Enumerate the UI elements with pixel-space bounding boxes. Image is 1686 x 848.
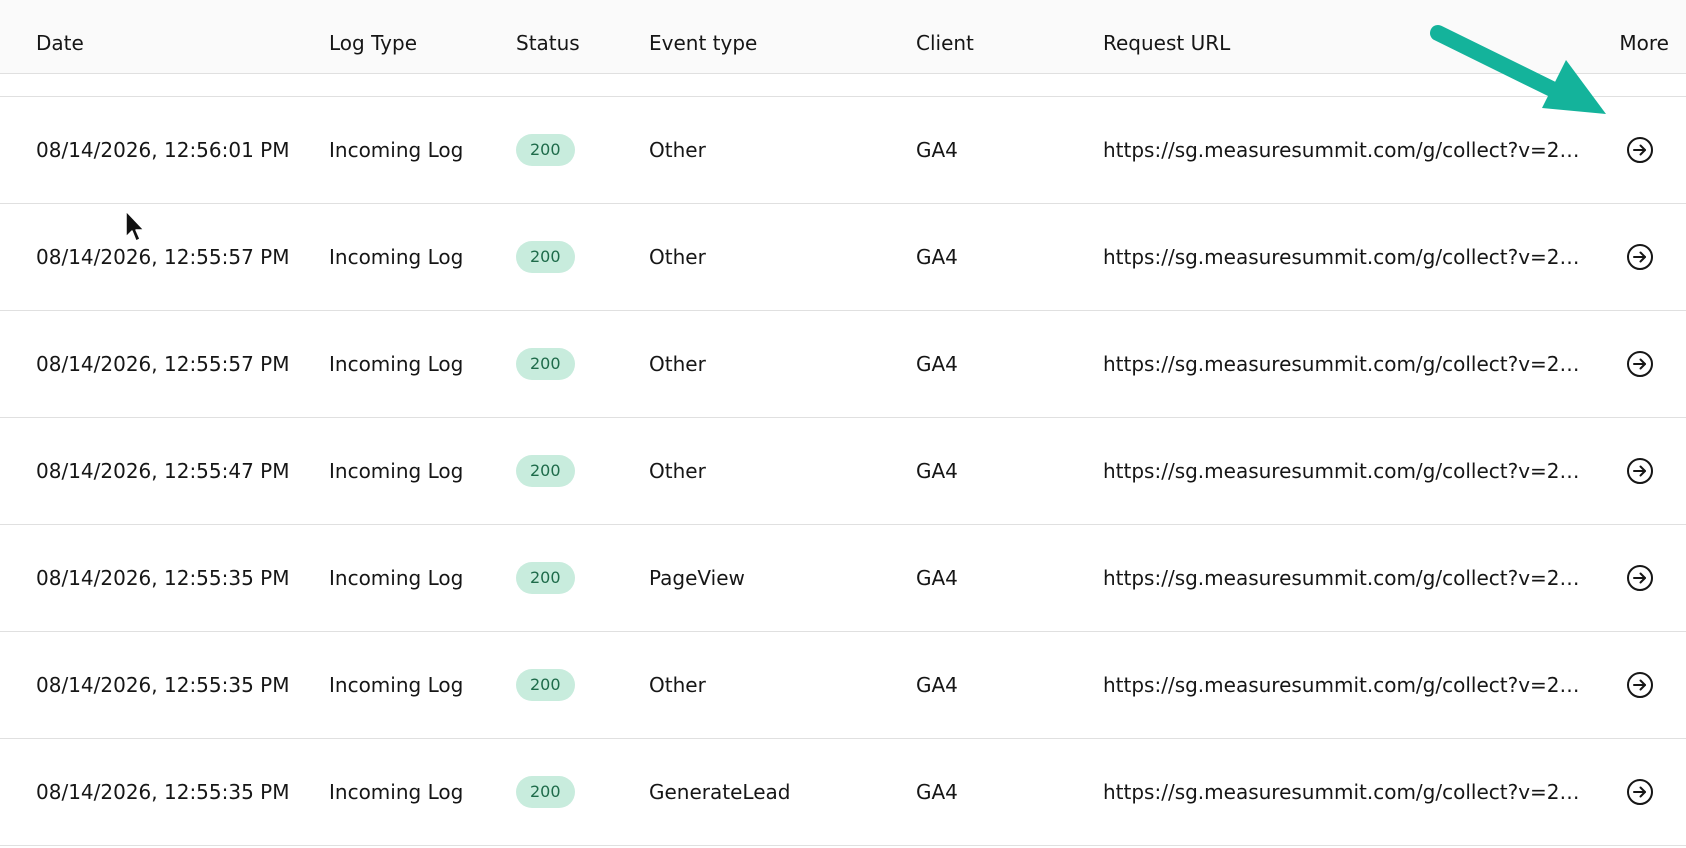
column-header-client[interactable]: Client [916,0,974,73]
cell-date: 08/14/2026, 12:55:35 PM [36,780,290,804]
cell-request-url: https://sg.measuresummit.com/g/collect?v… [1103,138,1585,162]
cell-status: 200 [516,204,636,310]
arrow-right-circle-icon[interactable] [1626,671,1654,699]
status-badge: 200 [516,347,575,380]
cell-log-type: Incoming Log [329,459,464,483]
arrow-right-circle-icon[interactable] [1626,564,1654,592]
arrow-right-circle-icon-graphic [1627,351,1653,377]
table-row[interactable]: 08/14/2026, 12:55:47 PM Incoming Log 200… [0,418,1686,525]
cell-request-url: https://sg.measuresummit.com/g/collect?v… [1103,245,1585,269]
status-badge: 200 [516,240,575,273]
column-header-request-url[interactable]: Request URL [1103,0,1230,73]
arrow-right-circle-icon[interactable] [1626,136,1654,164]
cell-request-url: https://sg.measuresummit.com/g/collect?v… [1103,780,1585,804]
cell-request-url: https://sg.measuresummit.com/g/collect?v… [1103,673,1585,697]
cell-request-url: https://sg.measuresummit.com/g/collect?v… [1103,352,1585,376]
cell-event-type: Other [649,459,706,483]
cell-date: 08/14/2026, 12:55:57 PM [36,245,290,269]
cell-date: 08/14/2026, 12:56:01 PM [36,138,290,162]
cell-date: 08/14/2026, 12:55:35 PM [36,673,290,697]
cell-client: GA4 [916,138,958,162]
table-row[interactable]: 08/14/2026, 12:55:57 PM Incoming Log 200… [0,204,1686,311]
arrow-right-circle-icon-graphic [1627,565,1653,591]
arrow-right-circle-icon-graphic [1627,672,1653,698]
status-badge: 200 [516,133,575,166]
arrow-right-circle-icon[interactable] [1626,350,1654,378]
status-badge: 200 [516,668,575,701]
column-header-log-type[interactable]: Log Type [329,0,417,73]
table-header: Date Log Type Status Event type Client R… [0,0,1686,74]
cell-date: 08/14/2026, 12:55:47 PM [36,459,290,483]
column-header-date[interactable]: Date [36,0,84,73]
cell-client: GA4 [916,566,958,590]
cell-client: GA4 [916,459,958,483]
column-header-more: More [1619,31,1669,55]
table-row[interactable]: 08/14/2026, 12:56:01 PM Incoming Log 200… [0,97,1686,204]
cell-status: 200 [516,525,636,631]
cell-event-type: PageView [649,566,745,590]
cell-log-type: Incoming Log [329,352,464,376]
cell-request-url: https://sg.measuresummit.com/g/collect?v… [1103,459,1585,483]
arrow-right-circle-icon-graphic [1627,779,1653,805]
cell-event-type: Other [649,138,706,162]
arrow-right-circle-icon[interactable] [1626,243,1654,271]
arrow-right-circle-icon-graphic [1627,244,1653,270]
cell-event-type: Other [649,352,706,376]
cell-log-type: Incoming Log [329,673,464,697]
cell-event-type: GenerateLead [649,780,791,804]
cell-date: 08/14/2026, 12:55:35 PM [36,566,290,590]
column-header-status[interactable]: Status [516,0,580,73]
cell-log-type: Incoming Log [329,245,464,269]
cell-status: 200 [516,739,636,845]
cell-event-type: Other [649,673,706,697]
status-badge: 200 [516,561,575,594]
cell-client: GA4 [916,673,958,697]
status-badge: 200 [516,775,575,808]
arrow-right-circle-icon-graphic [1627,458,1653,484]
cell-status: 200 [516,97,636,203]
arrow-right-circle-icon-graphic [1627,137,1653,163]
table-row[interactable]: 08/14/2026, 12:55:35 PM Incoming Log 200… [0,632,1686,739]
table-row[interactable]: 08/14/2026, 12:55:57 PM Incoming Log 200… [0,311,1686,418]
table-row[interactable]: 08/14/2026, 12:55:35 PM Incoming Log 200… [0,739,1686,846]
cell-event-type: Other [649,245,706,269]
cell-client: GA4 [916,780,958,804]
cell-status: 200 [516,311,636,417]
cell-client: GA4 [916,352,958,376]
cell-log-type: Incoming Log [329,566,464,590]
cell-date: 08/14/2026, 12:55:57 PM [36,352,290,376]
cell-status: 200 [516,418,636,524]
table-row[interactable]: 08/14/2026, 12:55:35 PM Incoming Log 200… [0,525,1686,632]
cell-log-type: Incoming Log [329,138,464,162]
arrow-right-circle-icon[interactable] [1626,457,1654,485]
column-header-event-type[interactable]: Event type [649,0,757,73]
status-badge: 200 [516,454,575,487]
arrow-right-circle-icon[interactable] [1626,778,1654,806]
cell-request-url: https://sg.measuresummit.com/g/collect?v… [1103,566,1585,590]
cell-status: 200 [516,632,636,738]
cell-log-type: Incoming Log [329,780,464,804]
cell-client: GA4 [916,245,958,269]
